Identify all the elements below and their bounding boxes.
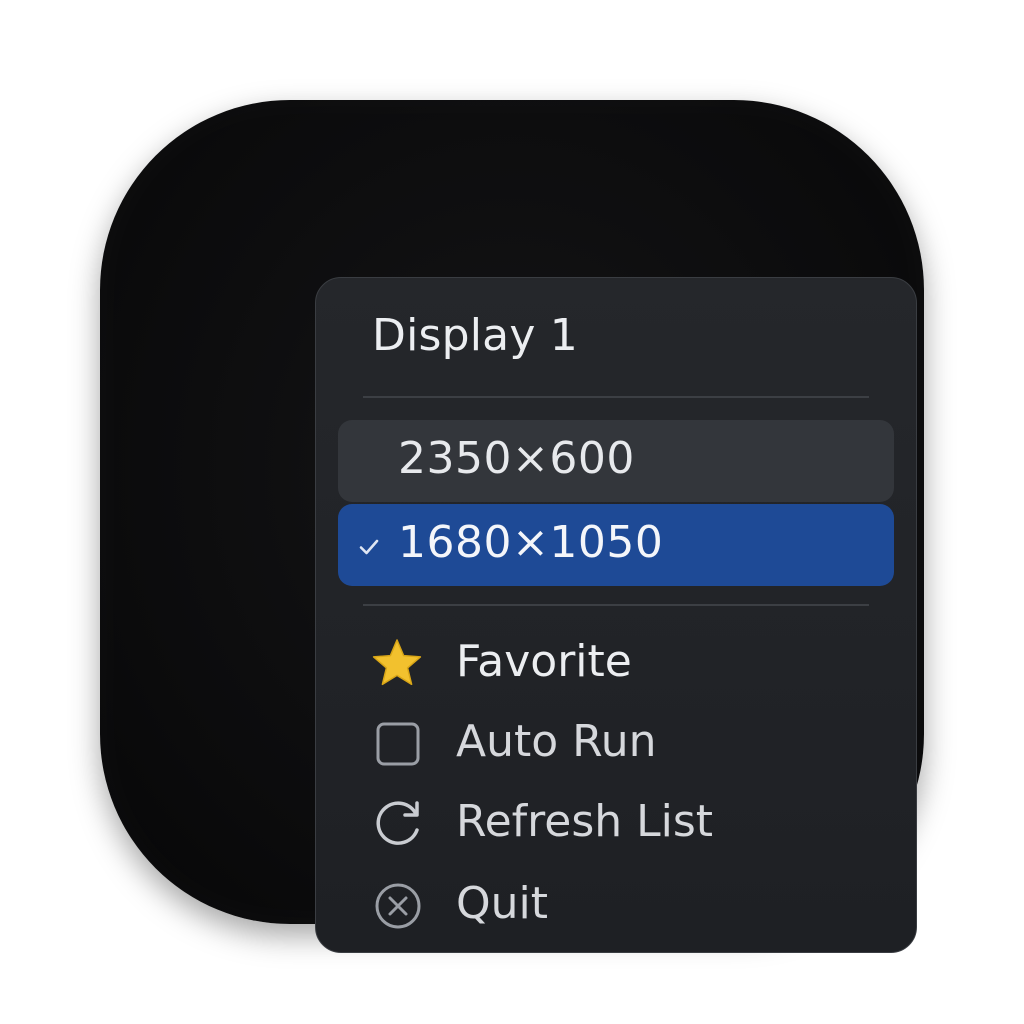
menu-divider <box>363 604 869 606</box>
resolution-option-1680x1050[interactable]: 1680×1050 <box>338 504 894 586</box>
close-circle-icon <box>375 883 421 929</box>
star-icon <box>372 639 422 686</box>
favorite-menu-item[interactable]: Favorite <box>366 632 866 696</box>
resolution-option-2350x600[interactable]: 2350×600 <box>338 420 894 502</box>
refresh-list-label: Refresh List <box>456 796 714 847</box>
menu-title: Display 1 <box>372 310 578 361</box>
menu-divider <box>363 396 869 398</box>
refresh-icon <box>376 801 419 845</box>
display-menu: Display 1 2350×600 1680×1050 Favorite Au… <box>315 277 917 953</box>
favorite-label: Favorite <box>456 636 632 687</box>
auto-run-menu-item[interactable]: Auto Run <box>366 712 866 776</box>
checkbox-icon[interactable] <box>366 718 428 770</box>
quit-menu-item[interactable]: Quit <box>366 874 866 938</box>
auto-run-label: Auto Run <box>456 716 657 767</box>
quit-label: Quit <box>456 878 548 929</box>
resolution-label: 2350×600 <box>398 433 635 484</box>
app-icon-background: Display 1 2350×600 1680×1050 Favorite Au… <box>100 100 924 953</box>
refresh-list-menu-item[interactable]: Refresh List <box>366 792 866 856</box>
checkmark-icon <box>359 539 379 555</box>
resolution-label: 1680×1050 <box>398 517 664 568</box>
